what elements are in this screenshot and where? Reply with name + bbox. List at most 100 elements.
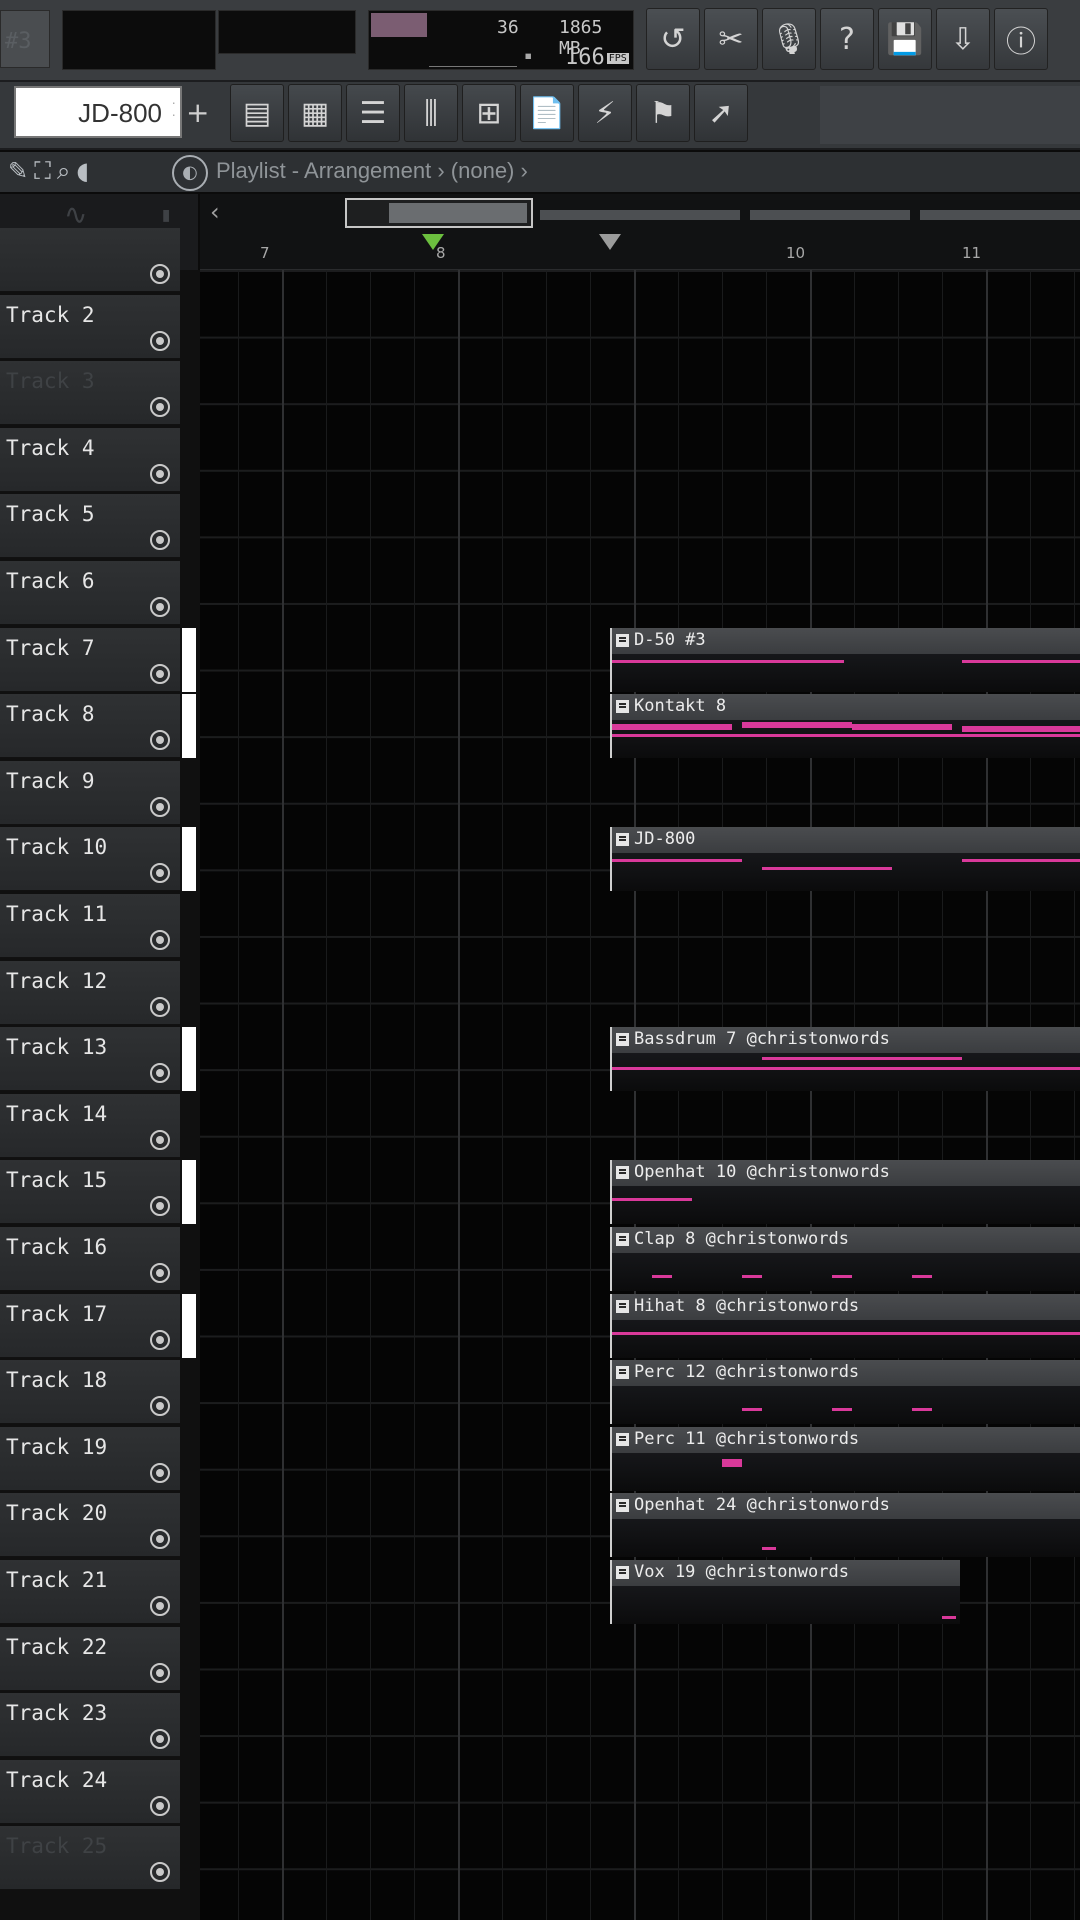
clip-header[interactable]: Perc 12 @christonwords: [612, 1360, 1080, 1387]
track-header[interactable]: Track 23: [0, 1693, 180, 1758]
clip-header[interactable]: Openhat 10 @christonwords: [612, 1160, 1080, 1187]
track-header[interactable]: Track 8: [0, 694, 196, 759]
track-mute-icon[interactable]: [150, 264, 170, 284]
clip-menu-icon[interactable]: [616, 1432, 629, 1446]
add-channel-button[interactable]: +: [186, 96, 210, 130]
lamp-icon[interactable]: ⚑: [636, 84, 690, 142]
track-header[interactable]: Track 18: [0, 1360, 180, 1425]
track-header[interactable]: Track 9: [0, 760, 180, 825]
clip-menu-icon[interactable]: [616, 1299, 629, 1313]
mic-icon[interactable]: 🎙: [762, 8, 816, 70]
clip-header[interactable]: Openhat 24 @christonwords: [612, 1493, 1080, 1520]
undo-icon[interactable]: ↺: [646, 8, 700, 70]
playhead-marker[interactable]: [599, 234, 621, 250]
pattern-clip[interactable]: Perc 11 @christonwords: [610, 1426, 1080, 1491]
scroll-window[interactable]: [345, 198, 533, 228]
clip-menu-icon[interactable]: [616, 1566, 629, 1579]
track-mute-icon[interactable]: [150, 1596, 170, 1616]
clip-menu-icon[interactable]: [616, 700, 629, 714]
help-icon[interactable]: ?: [820, 8, 874, 70]
track-mute-icon[interactable]: [150, 597, 170, 617]
waveform-icon[interactable]: ∿: [64, 198, 87, 231]
pattern-clip[interactable]: Clap 8 @christonwords: [610, 1227, 1080, 1291]
clip-menu-icon[interactable]: [616, 1366, 629, 1380]
clip-header[interactable]: Kontakt 8: [612, 694, 1080, 721]
info-icon[interactable]: ⓘ: [994, 8, 1048, 70]
track-mute-icon[interactable]: [150, 1729, 170, 1750]
track-mute-icon[interactable]: [150, 1662, 170, 1683]
clip-menu-icon[interactable]: [616, 1166, 629, 1180]
track-header[interactable]: Track 25: [0, 1826, 180, 1891]
track-header[interactable]: Track 24: [0, 1759, 180, 1824]
snap-icon[interactable]: ◐: [172, 155, 208, 191]
track-mute-icon[interactable]: [150, 330, 170, 351]
paint-tool-icon[interactable]: ✎: [8, 157, 34, 185]
track-header[interactable]: Track 16: [0, 1227, 180, 1291]
track-mute-icon[interactable]: [150, 530, 170, 551]
track-mute-icon[interactable]: [150, 1795, 170, 1816]
clip-header[interactable]: JD-800: [612, 827, 1080, 854]
clip-menu-icon[interactable]: [616, 633, 629, 647]
track-mute-icon[interactable]: [150, 863, 170, 884]
pattern-clip[interactable]: Openhat 10 @christonwords: [610, 1160, 1080, 1225]
time-ruler[interactable]: 7 8 10 11: [200, 234, 1080, 270]
clip-header[interactable]: Clap 8 @christonwords: [612, 1227, 1080, 1253]
track-mute-icon[interactable]: [150, 1862, 170, 1883]
mixer-icon[interactable]: ⫼: [404, 84, 458, 142]
export-icon[interactable]: ⇩: [936, 8, 990, 70]
track-header[interactable]: Track 21: [0, 1560, 180, 1624]
track-header[interactable]: [0, 228, 180, 292]
track-header[interactable]: Track 10: [0, 827, 196, 892]
overview-scrollbar[interactable]: ‹: [200, 194, 1080, 234]
clip-header[interactable]: Hihat 8 @christonwords: [612, 1293, 1080, 1320]
playback-tool-icon[interactable]: ◖: [76, 157, 95, 185]
track-mute-icon[interactable]: [150, 1129, 170, 1150]
pattern-clip[interactable]: Vox 19 @christonwords: [610, 1560, 960, 1624]
track-header[interactable]: Track 4: [0, 427, 180, 492]
track-header[interactable]: Track 14: [0, 1093, 180, 1158]
level-icon[interactable]: ▮: [160, 202, 172, 226]
song-position-display[interactable]: [62, 10, 216, 70]
track-header[interactable]: Track 15: [0, 1160, 196, 1225]
browser-icon[interactable]: ⊞: [462, 84, 516, 142]
track-mute-icon[interactable]: [150, 1329, 170, 1350]
track-header[interactable]: Track 11: [0, 894, 180, 958]
step-sequencer-icon[interactable]: ▦: [288, 84, 342, 142]
track-mute-icon[interactable]: [150, 1396, 170, 1417]
pattern-clip[interactable]: Bassdrum 7 @christonwords: [610, 1027, 1080, 1092]
track-header[interactable]: Track 7: [0, 627, 196, 692]
clip-menu-icon[interactable]: [616, 1499, 629, 1513]
track-mute-icon[interactable]: [150, 663, 170, 684]
track-mute-icon[interactable]: [150, 930, 170, 950]
cut-icon[interactable]: ✂: [704, 8, 758, 70]
track-mute-icon[interactable]: [150, 1063, 170, 1084]
pattern-clip[interactable]: Perc 12 @christonwords: [610, 1360, 1080, 1425]
track-header[interactable]: Track 2: [0, 294, 180, 359]
save-icon[interactable]: 💾: [878, 8, 932, 70]
clip-menu-icon[interactable]: [616, 1033, 629, 1047]
clip-header[interactable]: D-50 #3: [612, 627, 1080, 654]
piano-roll-icon[interactable]: ▤: [230, 84, 284, 142]
track-mute-icon[interactable]: [150, 1462, 170, 1483]
channel-selector[interactable]: JD-800 · ·: [14, 86, 182, 138]
pattern-clip[interactable]: D-50 #3: [610, 627, 1080, 692]
chevron-left-icon[interactable]: ‹: [210, 198, 220, 226]
channel-rack-icon[interactable]: ☰: [346, 84, 400, 142]
playlist-tools[interactable]: ✎⛶⌕◖: [8, 157, 95, 185]
track-mute-icon[interactable]: [150, 463, 170, 484]
playlist-grid[interactable]: D-50 #3 Kontakt 8 JD-800 Bassdrum 7 @christ…: [200, 270, 1080, 1920]
track-header[interactable]: Track 19: [0, 1426, 180, 1491]
clipboard-icon[interactable]: 📄: [520, 84, 574, 142]
clip-header[interactable]: Bassdrum 7 @christonwords: [612, 1027, 1080, 1054]
clip-menu-icon[interactable]: [616, 1233, 629, 1246]
track-mute-icon[interactable]: [150, 1196, 170, 1217]
track-mute-icon[interactable]: [150, 1529, 170, 1550]
clip-menu-icon[interactable]: [616, 833, 629, 847]
track-mute-icon[interactable]: [150, 996, 170, 1017]
track-header[interactable]: Track 12: [0, 960, 180, 1025]
pattern-selector[interactable]: #3: [0, 10, 50, 68]
track-header[interactable]: Track 3: [0, 361, 180, 426]
pattern-clip[interactable]: JD-800: [610, 827, 1080, 892]
track-header[interactable]: Track 5: [0, 494, 180, 559]
zoom-tool-icon[interactable]: ⌕: [57, 157, 76, 185]
